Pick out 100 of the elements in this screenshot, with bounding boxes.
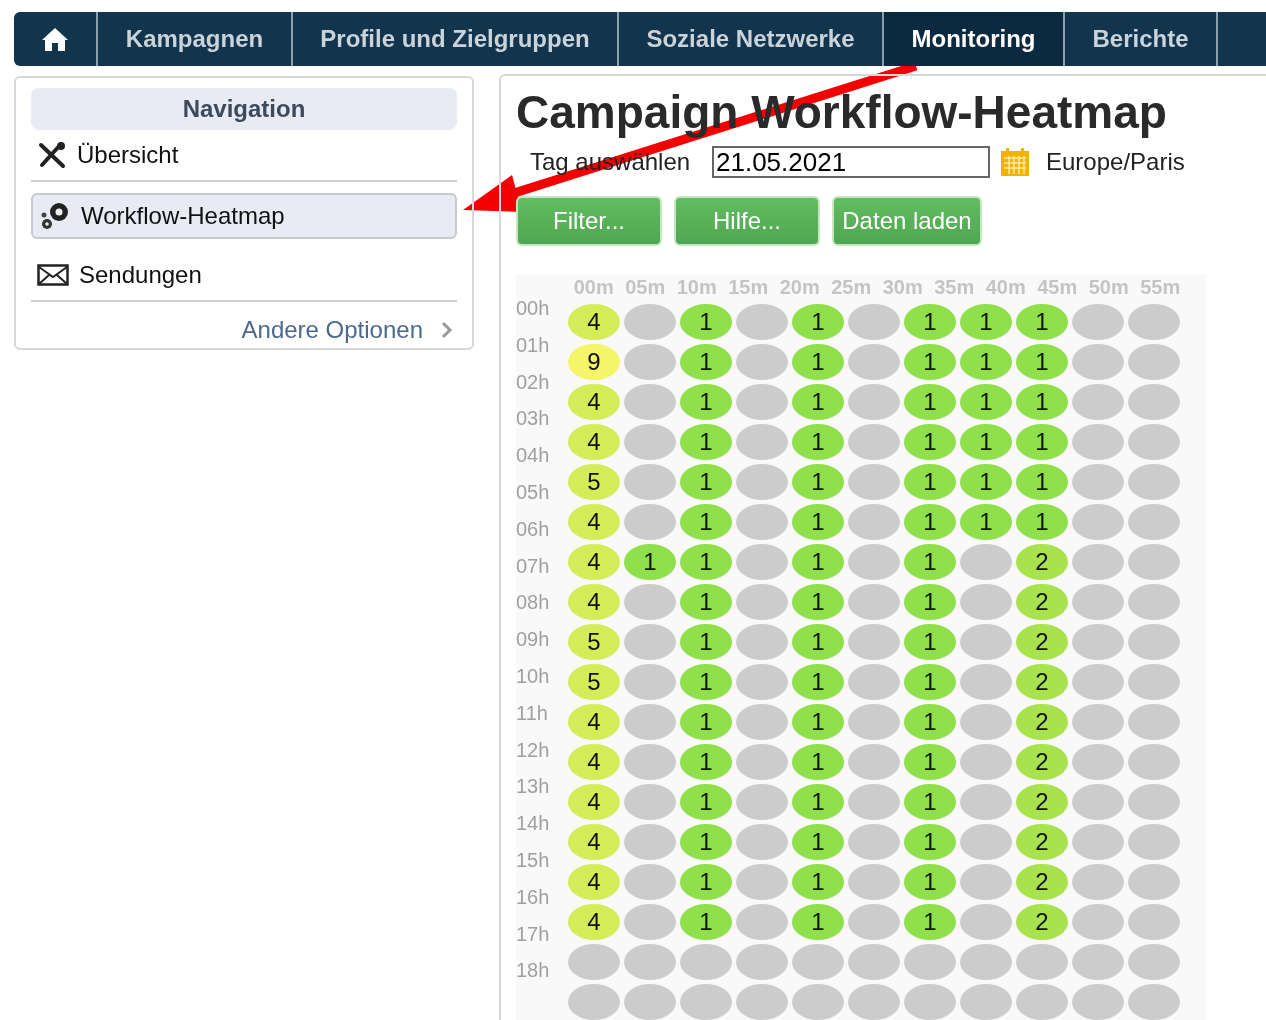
hour-label: 03h <box>516 406 551 432</box>
heatmap-cell: 1 <box>792 824 844 860</box>
nav-tab[interactable]: Profile und Zielgruppen <box>293 12 619 66</box>
heatmap-cell: 1 <box>904 504 956 540</box>
heatmap-cell: 1 <box>904 664 956 700</box>
heatmap-cell: 1 <box>904 624 956 660</box>
hour-label: 04h <box>516 443 551 469</box>
heatmap-cell: 1 <box>904 704 956 740</box>
heatmap-cell: 5 <box>568 624 620 660</box>
hour-label: 17h <box>516 921 551 947</box>
hour-label: 01h <box>516 332 551 358</box>
heatmap-cell: 4 <box>568 544 620 580</box>
heatmap-cell: 1 <box>792 344 844 380</box>
heatmap-cell: 1 <box>680 584 732 620</box>
hour-label: 00h <box>516 296 551 321</box>
hour-label: 15h <box>516 847 551 873</box>
heatmap-cell: 1 <box>792 744 844 780</box>
heatmap-cell: 1 <box>960 384 1012 420</box>
heatmap-cell: 1 <box>904 784 956 820</box>
heatmap-cell: 1 <box>624 544 676 580</box>
nav-tab[interactable]: Monitoring <box>884 12 1065 66</box>
heatmap-cell: 1 <box>904 344 956 380</box>
heatmap-cell: 4 <box>568 424 620 460</box>
chevron-right-icon <box>441 321 453 339</box>
hour-label: 12h <box>516 737 551 763</box>
heatmap-cell: 2 <box>1016 584 1068 620</box>
heatmap-cell: 1 <box>904 544 956 580</box>
home-icon <box>41 26 69 52</box>
hour-label: 16h <box>516 884 551 910</box>
heatmap-cell: 2 <box>1016 864 1068 900</box>
heatmap-cell: 2 <box>1016 624 1068 660</box>
hour-label: 02h <box>516 369 551 395</box>
heatmap-cell: 4 <box>568 584 620 620</box>
heatmap-cell: 1 <box>792 584 844 620</box>
heatmap-cell: 1 <box>680 504 732 540</box>
heatmap-cell: 2 <box>1016 544 1068 580</box>
heatmap-cell: 1 <box>792 664 844 700</box>
heatmap-cell: 1 <box>792 464 844 500</box>
heatmap-cell: 1 <box>1016 304 1068 340</box>
heatmap-cell: 1 <box>680 544 732 580</box>
heatmap-cell: 1 <box>960 304 1012 340</box>
heatmap-cell: 1 <box>1016 384 1068 420</box>
heatmap-cell: 1 <box>960 504 1012 540</box>
heatmap-cell: 1 <box>904 864 956 900</box>
hour-label: 09h <box>516 627 551 653</box>
heatmap-cell: 1 <box>680 464 732 500</box>
heatmap-cell: 1 <box>904 464 956 500</box>
heatmap-cell: 1 <box>680 864 732 900</box>
heatmap-cell: 2 <box>1016 704 1068 740</box>
heatmap-cell: 1 <box>792 864 844 900</box>
heatmap-cell: 1 <box>680 304 732 340</box>
heatmap-cell: 1 <box>960 464 1012 500</box>
hour-label: 13h <box>516 774 551 800</box>
heatmap-cell: 1 <box>904 744 956 780</box>
hour-label: 08h <box>516 590 551 616</box>
date-field[interactable]: 21.05.2021 <box>712 146 990 178</box>
sidebar-item[interactable]: Workflow-Heatmap <box>31 193 457 239</box>
heatmap-cell: 4 <box>568 304 620 340</box>
heatmap-cell: 1 <box>792 544 844 580</box>
heatmap-cell: 4 <box>568 384 620 420</box>
heatmap-cell: 4 <box>568 784 620 820</box>
heatmap-cell: 1 <box>680 664 732 700</box>
heatmap-cell: 1 <box>680 784 732 820</box>
heatmap-cell: 1 <box>680 384 732 420</box>
heatmap-cell: 1 <box>680 704 732 740</box>
envelope-icon <box>37 264 69 286</box>
hour-label: 11h <box>516 700 549 726</box>
hour-label: 06h <box>516 516 551 542</box>
heatmap-cell: 4 <box>568 704 620 740</box>
heatmap-cell: 1 <box>792 384 844 420</box>
heatmap-cell: 1 <box>904 304 956 340</box>
timezone-label: Europe/Paris <box>1046 147 1185 177</box>
heatmap-cell: 1 <box>680 744 732 780</box>
heatmap-cell: 1 <box>680 424 732 460</box>
nav-tab[interactable]: Kampagnen <box>98 12 293 66</box>
heatmap-cell: 9 <box>568 344 620 380</box>
hour-label: 05h <box>516 480 551 505</box>
heatmap-cell: 2 <box>1016 904 1068 940</box>
gears-icon <box>39 201 71 231</box>
heatmap-cell: 1 <box>1016 464 1068 500</box>
heatmap-cell: 1 <box>792 304 844 340</box>
heatmap-cell: 1 <box>1016 504 1068 540</box>
heatmap-cell: 1 <box>904 584 956 620</box>
heatmap-cell: 1 <box>680 824 732 860</box>
heatmap-cell: 5 <box>568 664 620 700</box>
heatmap-cell: 2 <box>1016 784 1068 820</box>
heatmap-cell: 4 <box>568 904 620 940</box>
nav-tab[interactable]: Berichte <box>1065 12 1218 66</box>
heatmap-cell: 1 <box>960 424 1012 460</box>
sidebar-item[interactable]: Sendungen <box>31 250 457 302</box>
heatmap-cell: 4 <box>568 824 620 860</box>
sidebar-item[interactable]: Übersicht <box>31 130 457 182</box>
heatmap-cell: 1 <box>1016 424 1068 460</box>
heatmap-cell: 1 <box>792 624 844 660</box>
heatmap-cell: 1 <box>792 784 844 820</box>
hour-label: 07h <box>516 553 551 579</box>
other-options-link[interactable]: Andere Optionen <box>241 312 457 348</box>
heatmap-cell: 4 <box>568 864 620 900</box>
hour-label: 14h <box>516 811 551 837</box>
heatmap-cell: 4 <box>568 504 620 540</box>
